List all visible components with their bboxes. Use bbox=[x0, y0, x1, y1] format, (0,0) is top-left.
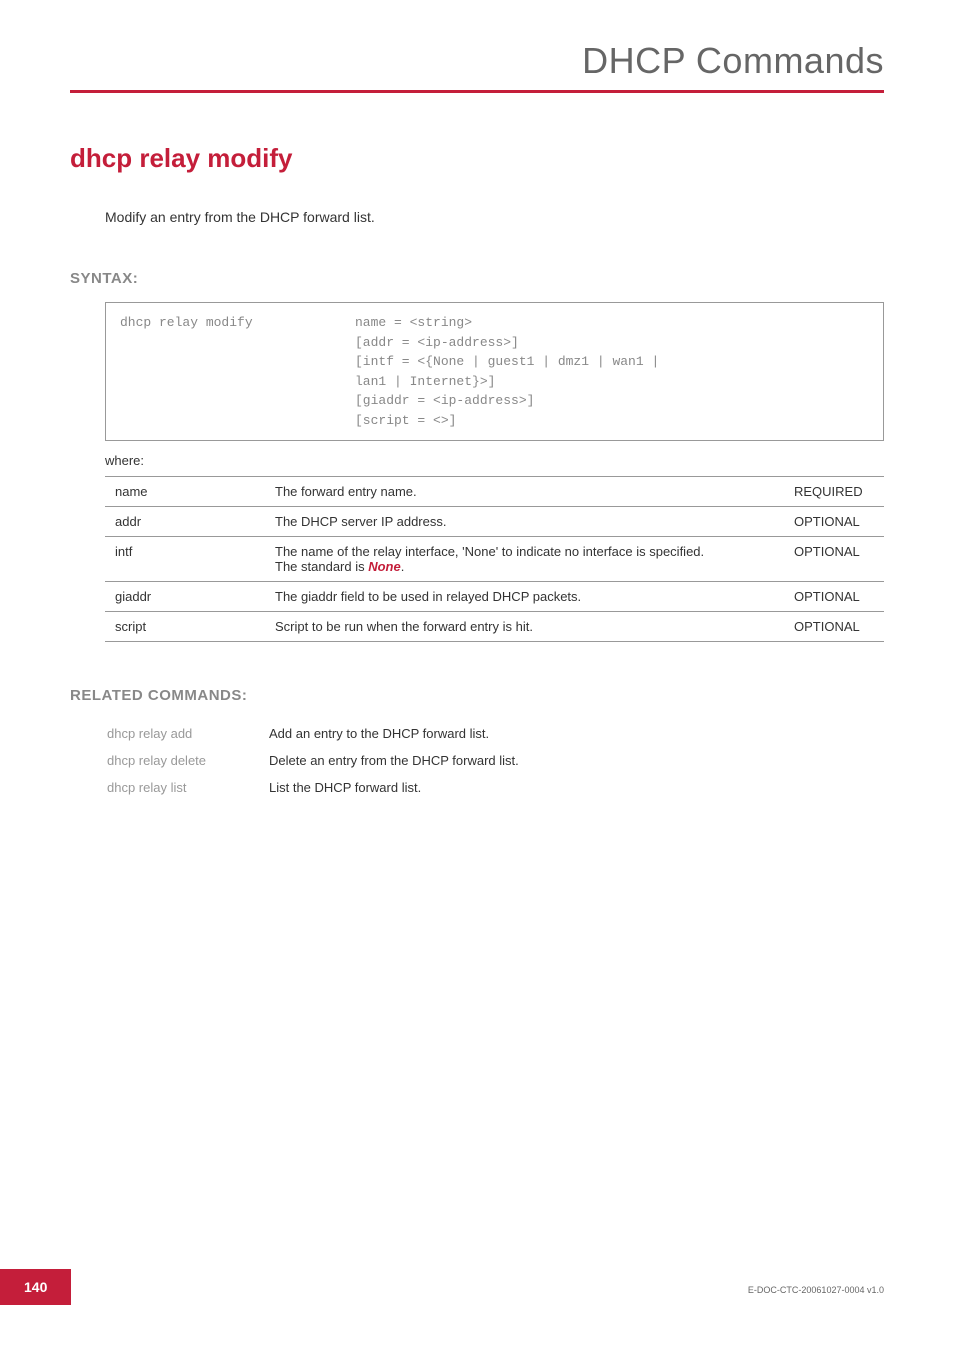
param-desc: The forward entry name. bbox=[265, 477, 784, 507]
params-table: name The forward entry name. REQUIRED ad… bbox=[105, 476, 884, 642]
param-name: name bbox=[105, 477, 265, 507]
param-desc-highlight: None bbox=[368, 559, 401, 574]
param-desc-pre: The name of the relay interface, 'None' … bbox=[275, 544, 704, 574]
related-table: dhcp relay add Add an entry to the DHCP … bbox=[105, 719, 521, 802]
related-cmd: dhcp relay list bbox=[107, 775, 267, 800]
related-desc: List the DHCP forward list. bbox=[269, 775, 519, 800]
param-desc: The giaddr field to be used in relayed D… bbox=[265, 582, 784, 612]
header-title: DHCP Commands bbox=[70, 40, 884, 82]
param-req: OPTIONAL bbox=[784, 507, 884, 537]
related-label: RELATED COMMANDS: bbox=[70, 687, 884, 704]
param-desc: The name of the relay interface, 'None' … bbox=[265, 537, 784, 582]
syntax-label: SYNTAX: bbox=[70, 270, 884, 287]
doc-id: E-DOC-CTC-20061027-0004 v1.0 bbox=[748, 1285, 884, 1295]
table-row: dhcp relay delete Delete an entry from t… bbox=[107, 748, 519, 773]
param-req: REQUIRED bbox=[784, 477, 884, 507]
param-name: script bbox=[105, 612, 265, 642]
page-number: 140 bbox=[0, 1269, 71, 1305]
related-desc: Add an entry to the DHCP forward list. bbox=[269, 721, 519, 746]
table-row: dhcp relay add Add an entry to the DHCP … bbox=[107, 721, 519, 746]
related-cmd: dhcp relay delete bbox=[107, 748, 267, 773]
param-desc: The DHCP server IP address. bbox=[265, 507, 784, 537]
param-req: OPTIONAL bbox=[784, 612, 884, 642]
related-desc: Delete an entry from the DHCP forward li… bbox=[269, 748, 519, 773]
where-label: where: bbox=[105, 453, 884, 468]
table-row: intf The name of the relay interface, 'N… bbox=[105, 537, 884, 582]
command-description: Modify an entry from the DHCP forward li… bbox=[105, 209, 884, 225]
page-footer: 140 E-DOC-CTC-20061027-0004 v1.0 bbox=[0, 1269, 954, 1305]
param-name: giaddr bbox=[105, 582, 265, 612]
param-desc: Script to be run when the forward entry … bbox=[265, 612, 784, 642]
param-req: OPTIONAL bbox=[784, 537, 884, 582]
table-row: addr The DHCP server IP address. OPTIONA… bbox=[105, 507, 884, 537]
param-desc-post: . bbox=[401, 559, 405, 574]
param-name: addr bbox=[105, 507, 265, 537]
table-row: dhcp relay list List the DHCP forward li… bbox=[107, 775, 519, 800]
syntax-command: dhcp relay modify bbox=[120, 313, 355, 430]
command-title: dhcp relay modify bbox=[70, 143, 884, 174]
syntax-args: name = <string> [addr = <ip-address>] [i… bbox=[355, 313, 659, 430]
table-row: script Script to be run when the forward… bbox=[105, 612, 884, 642]
param-name: intf bbox=[105, 537, 265, 582]
page-header: DHCP Commands bbox=[70, 40, 884, 93]
table-row: name The forward entry name. REQUIRED bbox=[105, 477, 884, 507]
related-cmd: dhcp relay add bbox=[107, 721, 267, 746]
param-req: OPTIONAL bbox=[784, 582, 884, 612]
table-row: giaddr The giaddr field to be used in re… bbox=[105, 582, 884, 612]
syntax-box: dhcp relay modify name = <string> [addr … bbox=[105, 302, 884, 441]
